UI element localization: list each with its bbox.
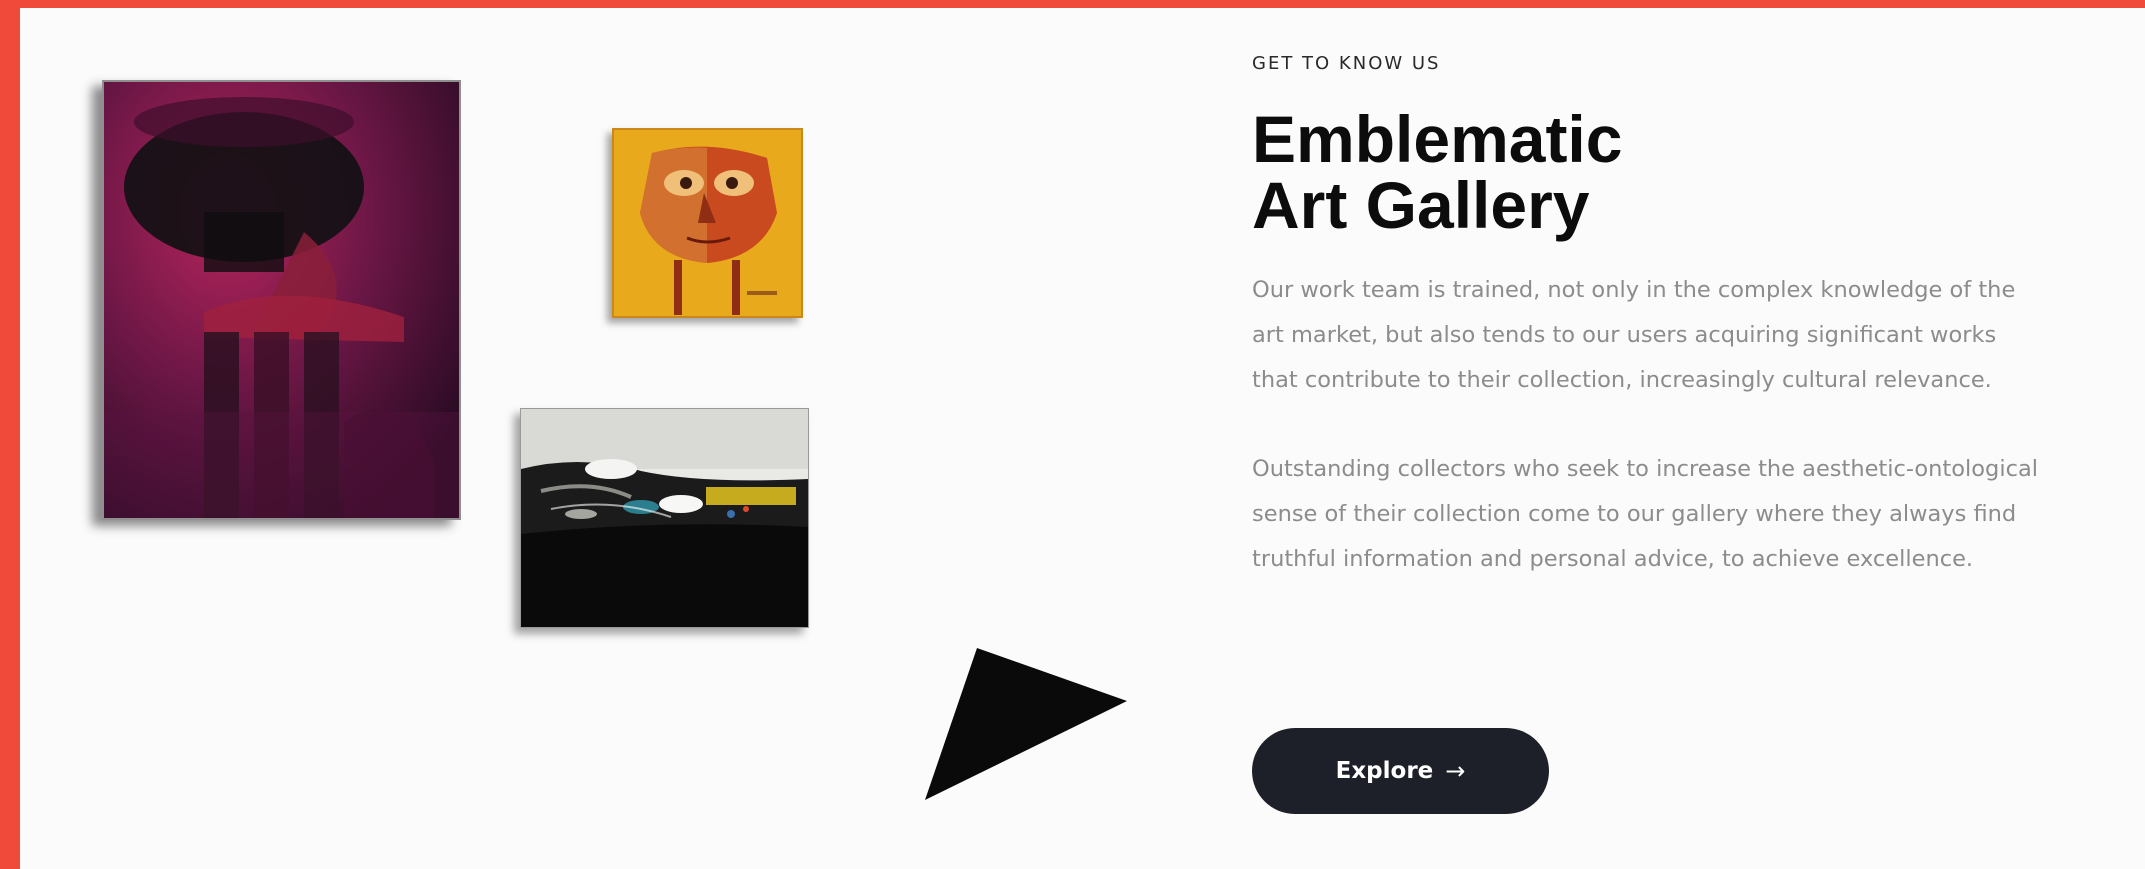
triangle-arrow-icon [925, 648, 1127, 800]
yellow-face-image [612, 128, 803, 318]
abstract-landscape-image [521, 409, 808, 627]
artwork-purple-painting[interactable] [102, 80, 461, 520]
artwork-abstract-landscape-painting[interactable] [520, 408, 809, 628]
explore-button[interactable]: Explore → [1252, 728, 1549, 814]
section-eyebrow: GET TO KNOW US [1252, 53, 1441, 74]
top-border [0, 0, 2145, 8]
intro-section: GET TO KNOW US Emblematic Art Gallery Ou… [1252, 52, 2052, 814]
intro-paragraph-1: Our work team is trained, not only in th… [1252, 277, 2016, 393]
arrow-right-icon: → [1445, 757, 1466, 785]
artwork-yellow-face-painting[interactable] [612, 128, 803, 318]
title-line-2: Art Gallery [1252, 168, 1590, 242]
purple-painting-image [104, 82, 459, 518]
intro-paragraph-2: Outstanding collectors who seek to incre… [1252, 456, 2038, 572]
left-border [0, 0, 20, 869]
explore-button-label: Explore [1335, 758, 1434, 784]
title-line-1: Emblematic [1252, 102, 1623, 176]
page-title: Emblematic Art Gallery [1252, 106, 2052, 238]
